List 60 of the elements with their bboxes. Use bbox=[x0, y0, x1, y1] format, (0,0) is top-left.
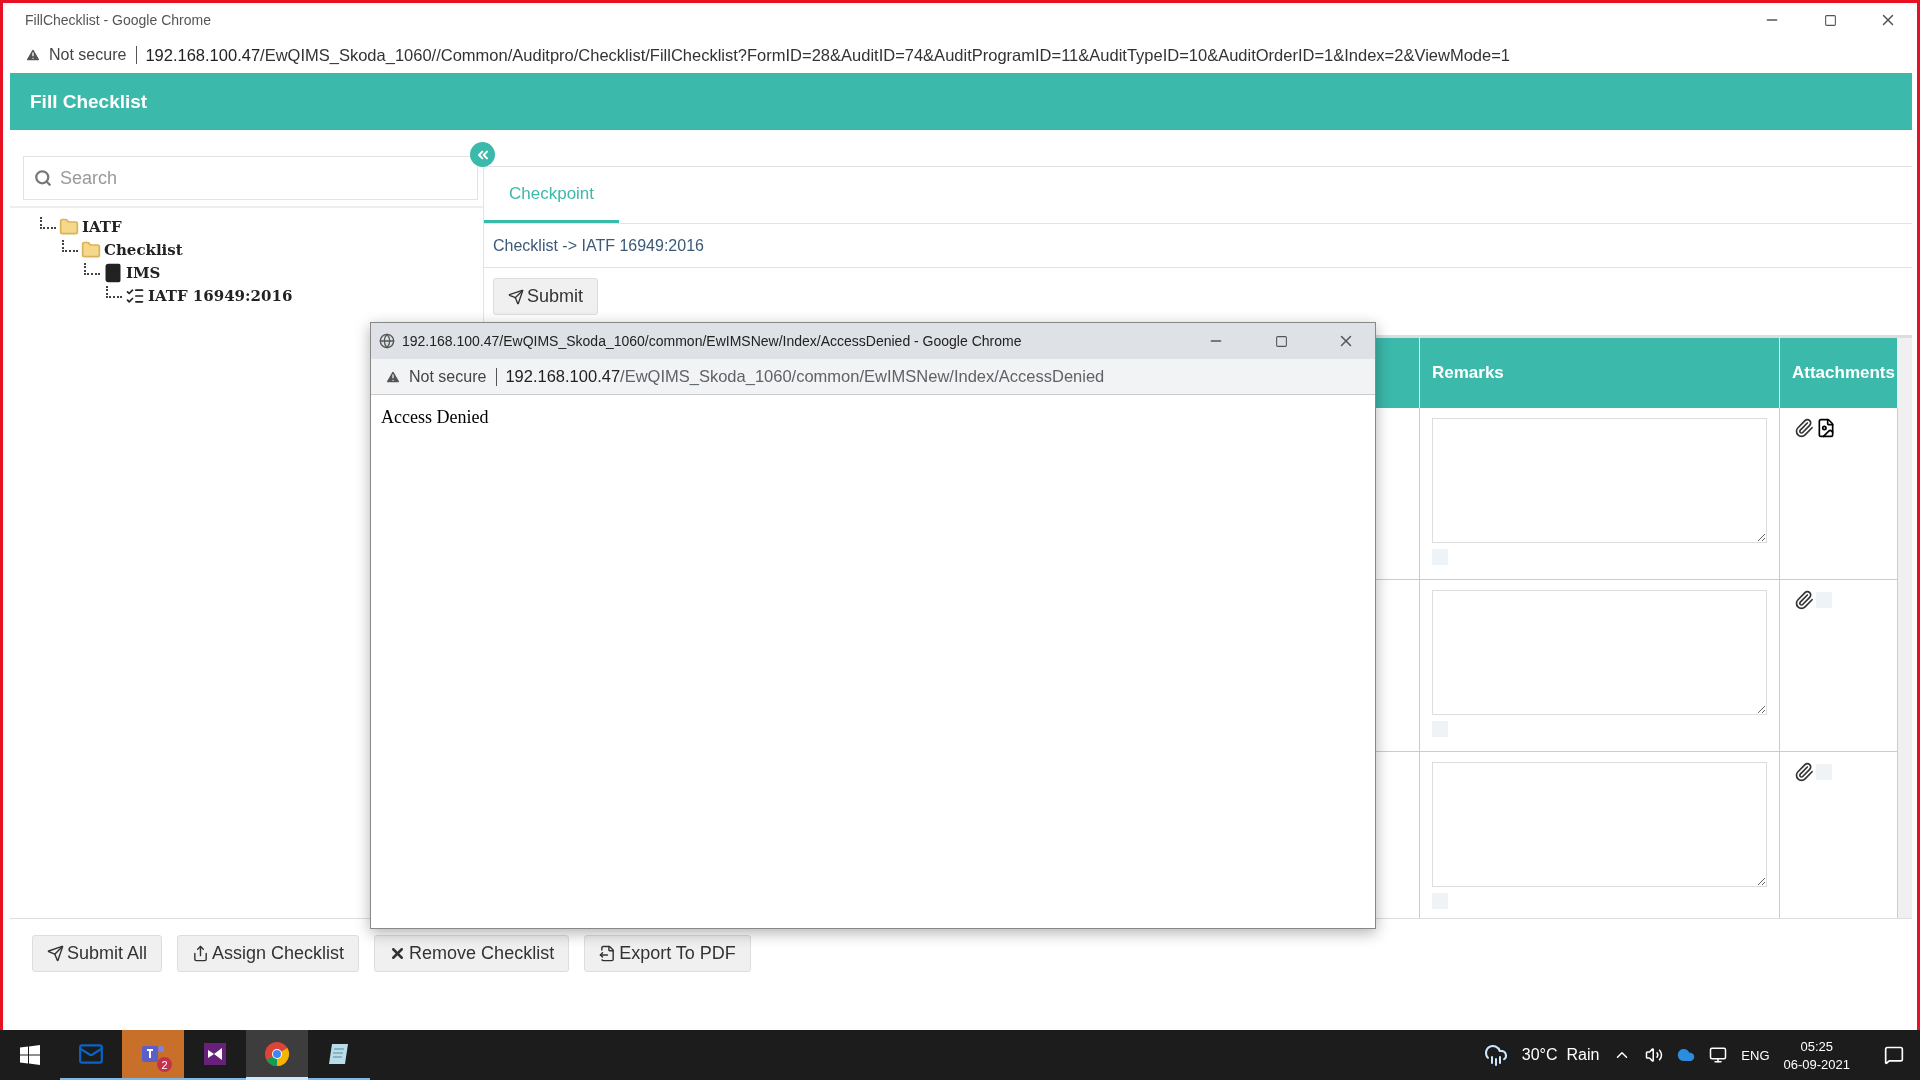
browser-icon bbox=[264, 1040, 290, 1067]
paperclip-icon bbox=[1794, 418, 1814, 438]
notification-badge: 2 bbox=[157, 1057, 172, 1072]
maximize-icon[interactable] bbox=[1274, 334, 1288, 348]
language-label[interactable]: ENG bbox=[1741, 1047, 1770, 1063]
action-button[interactable]: Export To PDF bbox=[584, 935, 751, 972]
maximize-icon[interactable] bbox=[1823, 13, 1837, 27]
taskbar-app[interactable]: 2 bbox=[122, 1030, 184, 1080]
tree-item[interactable]: IMS bbox=[126, 263, 161, 282]
windows-logo-icon[interactable] bbox=[20, 1045, 40, 1065]
submit-button[interactable]: Submit bbox=[493, 278, 599, 315]
window-title: 192.168.100.47/EwQIMS_Skoda_1060/common/EwIMSNew/Index/AccessDenied - Google Chrome bbox=[402, 333, 1023, 349]
mail-icon bbox=[78, 1041, 104, 1067]
address-field[interactable]: 192.168.100.47/EwQIMS_Skoda_1060//Common/Auditpro/Checklist/FillChecklist?FormID=28&AuditID=74&AuditProgramID=11&AuditTypeID=10&AuditOrderID=1&Index=2&ViewMode=1 bbox=[145, 45, 1510, 65]
notifications-icon bbox=[1884, 1045, 1904, 1065]
search-icon bbox=[34, 169, 52, 187]
weather-label[interactable]: 30°C Rain bbox=[1521, 1046, 1600, 1064]
action-button[interactable]: Remove Checklist bbox=[374, 935, 570, 972]
breadcrumb: Checklist -> IATF 16949:2016 bbox=[493, 236, 704, 255]
tree-connector bbox=[84, 262, 100, 275]
tree-item[interactable]: Checklist bbox=[104, 240, 183, 259]
warning-icon bbox=[385, 368, 401, 385]
folder-icon bbox=[59, 216, 79, 237]
clock-time[interactable]: 05:25 bbox=[1800, 1038, 1833, 1054]
security-label[interactable]: Not secure bbox=[49, 46, 138, 64]
scrollbar[interactable] bbox=[1898, 338, 1912, 918]
collapse-button[interactable] bbox=[470, 142, 495, 167]
send-icon bbox=[47, 945, 64, 962]
address-field[interactable]: 192.168.100.47/EwQIMS_Skoda_1060/common/EwIMSNew/Index/AccessDenied bbox=[505, 367, 1105, 386]
action-button[interactable]: Assign Checklist bbox=[177, 935, 360, 972]
rain-cloud-icon bbox=[1483, 1043, 1508, 1067]
clock-date[interactable]: 06-09-2021 bbox=[1783, 1056, 1850, 1072]
send-icon bbox=[508, 288, 524, 305]
tree-connector bbox=[62, 239, 78, 252]
remarks-field[interactable] bbox=[1432, 418, 1767, 543]
tree-connector bbox=[40, 216, 56, 229]
window-title: FillChecklist - Google Chrome bbox=[25, 12, 212, 28]
speaker-icon bbox=[1645, 1046, 1664, 1064]
column-header: Attachments bbox=[1780, 338, 1898, 408]
cloud-icon bbox=[1677, 1046, 1696, 1064]
page-message: Access Denied bbox=[380, 406, 490, 429]
file-export-icon bbox=[599, 945, 617, 962]
remarks-field[interactable] bbox=[1432, 590, 1767, 715]
book-icon bbox=[103, 262, 123, 283]
share-icon bbox=[192, 945, 210, 962]
globe-icon bbox=[379, 333, 395, 349]
network-icon bbox=[1709, 1046, 1728, 1064]
paperclip-icon bbox=[1794, 590, 1814, 610]
column-header: Remarks bbox=[1420, 338, 1780, 408]
paperclip-icon bbox=[1794, 762, 1814, 782]
tree-item[interactable]: IATF bbox=[82, 217, 122, 236]
folder-icon bbox=[81, 239, 101, 260]
tree-item[interactable]: IATF 16949:2016 bbox=[148, 286, 293, 305]
tree-connector bbox=[106, 285, 122, 298]
security-label[interactable]: Not secure bbox=[409, 367, 498, 386]
page-header: Fill Checklist bbox=[10, 73, 1912, 130]
action-button[interactable]: Submit All bbox=[32, 935, 163, 972]
warning-icon bbox=[25, 47, 41, 63]
remarks-field[interactable] bbox=[1432, 762, 1767, 887]
search-field[interactable]: Search bbox=[23, 156, 478, 200]
